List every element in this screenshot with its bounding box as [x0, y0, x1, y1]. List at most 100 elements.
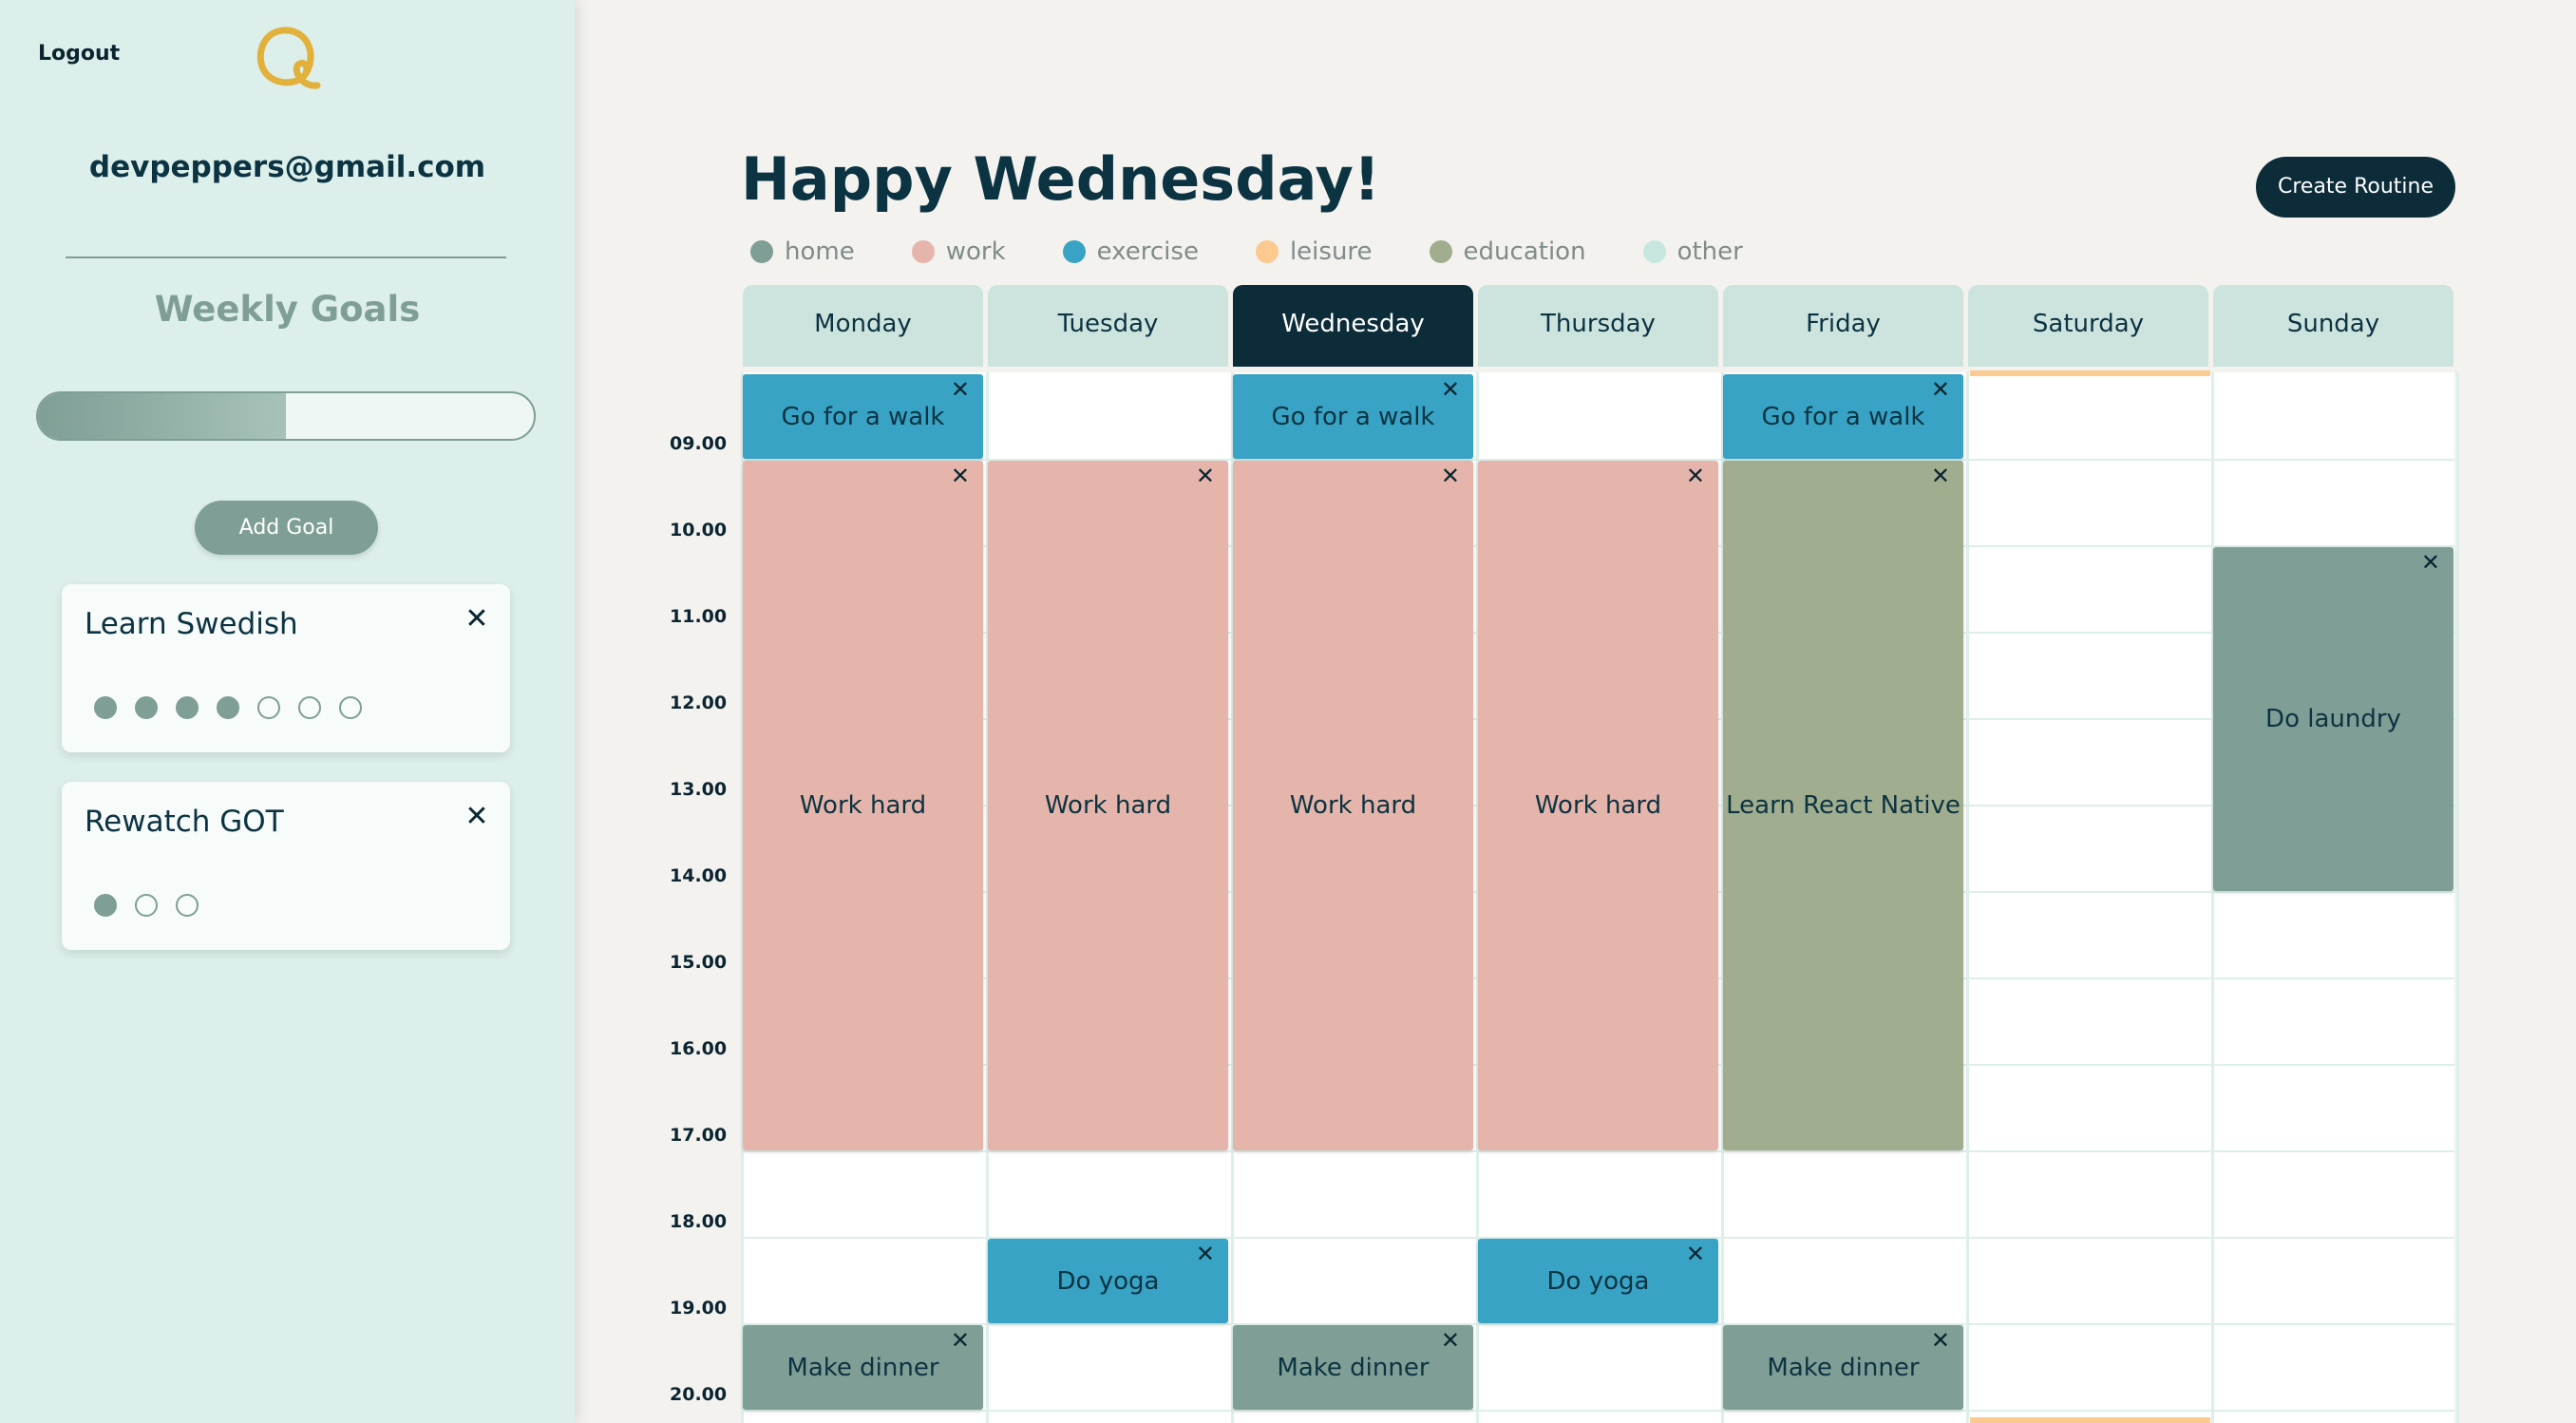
grid-hour-line [743, 1410, 2454, 1412]
time-label: 19.00 [670, 1298, 728, 1319]
day-header-saturday[interactable]: Saturday [1968, 285, 2208, 367]
close-icon[interactable]: ✕ [1686, 1243, 1705, 1265]
legend-item-leisure: leisure [1255, 237, 1373, 266]
goal-dot-complete[interactable] [94, 894, 117, 917]
grid-day-line [2211, 372, 2214, 1423]
add-goal-button[interactable]: Add Goal [195, 501, 378, 555]
event-title: Learn React Native [1726, 791, 1960, 820]
event-exercise[interactable]: Do yoga ✕ [1478, 1239, 1718, 1323]
event-exercise[interactable]: Go for a walk ✕ [743, 374, 983, 459]
event-education[interactable]: Learn React Native ✕ [1723, 461, 1963, 1150]
sidebar: Logout devpeppers@gmail.com Weekly Goals… [0, 0, 575, 1423]
time-label: 16.00 [670, 1038, 728, 1059]
event-title: Go for a walk [781, 402, 945, 431]
day-header-friday[interactable]: Friday [1723, 285, 1963, 367]
event-title: Make dinner [1277, 1353, 1430, 1382]
day-header-monday[interactable]: Monday [743, 285, 983, 367]
legend-dot [750, 240, 773, 263]
close-icon[interactable]: ✕ [951, 378, 970, 401]
event-edge-leisure[interactable] [1970, 1417, 2210, 1423]
event-exercise[interactable]: Go for a walk ✕ [1723, 374, 1963, 459]
event-title: Make dinner [786, 1353, 939, 1382]
event-home[interactable]: Make dinner ✕ [743, 1325, 983, 1410]
category-legend: home work exercise leisure education other [750, 237, 1800, 266]
goal-name: Learn Swedish [85, 607, 298, 641]
app-logo [256, 27, 321, 89]
progress-fill [38, 393, 286, 439]
time-label: 11.00 [670, 606, 728, 627]
goal-dot-incomplete[interactable] [257, 696, 280, 719]
goal-dot-complete[interactable] [176, 696, 199, 719]
event-title: Work hard [1044, 791, 1172, 820]
goal-dot-incomplete[interactable] [135, 894, 158, 917]
user-email: devpeppers@gmail.com [88, 150, 486, 184]
close-icon[interactable]: ✕ [1931, 1329, 1950, 1352]
goal-dot-complete[interactable] [135, 696, 158, 719]
page-title: Happy Wednesday! [741, 144, 1381, 214]
event-home[interactable]: Do laundry ✕ [2213, 547, 2453, 891]
legend-dot [1429, 240, 1452, 263]
create-routine-button[interactable]: Create Routine [2256, 157, 2455, 218]
close-icon[interactable]: ✕ [1441, 1329, 1460, 1352]
day-header-sunday[interactable]: Sunday [2213, 285, 2453, 367]
close-icon[interactable]: ✕ [1931, 378, 1950, 401]
legend-item-education: education [1429, 237, 1586, 266]
goal-dot-incomplete[interactable] [298, 696, 321, 719]
close-icon[interactable]: ✕ [2421, 551, 2440, 574]
event-title: Work hard [799, 791, 927, 820]
event-work[interactable]: Work hard ✕ [1233, 461, 1473, 1150]
event-home[interactable]: Make dinner ✕ [1723, 1325, 1963, 1410]
weekly-progress-bar [36, 391, 536, 441]
event-exercise[interactable]: Go for a walk ✕ [1233, 374, 1473, 459]
legend-dot [1255, 240, 1279, 263]
close-icon[interactable]: ✕ [463, 605, 491, 634]
close-icon[interactable]: ✕ [951, 1329, 970, 1352]
close-icon[interactable]: ✕ [1196, 465, 1215, 487]
event-home[interactable]: Make dinner ✕ [1233, 1325, 1473, 1410]
goal-progress-dots [94, 696, 362, 719]
grid-day-line [2456, 372, 2459, 1423]
divider [66, 256, 506, 258]
legend-dot [911, 240, 935, 263]
time-label: 09.00 [670, 433, 728, 454]
legend-label: other [1676, 237, 1743, 266]
goal-name: Rewatch GOT [85, 805, 284, 839]
time-label: 10.00 [670, 520, 728, 541]
event-title: Do laundry [2265, 705, 2401, 733]
event-work[interactable]: Work hard ✕ [988, 461, 1228, 1150]
close-icon[interactable]: ✕ [951, 465, 970, 487]
goal-progress-dots [94, 894, 199, 917]
event-edge-leisure[interactable] [1970, 370, 2210, 376]
event-title: Make dinner [1767, 1353, 1920, 1382]
event-work[interactable]: Work hard ✕ [1478, 461, 1718, 1150]
goal-card: Rewatch GOT ✕ [62, 782, 510, 950]
close-icon[interactable]: ✕ [1931, 465, 1950, 487]
day-header-wednesday[interactable]: Wednesday [1233, 285, 1473, 367]
event-title: Go for a walk [1761, 402, 1925, 431]
legend-item-work: work [911, 237, 1006, 266]
logout-button[interactable]: Logout [38, 42, 120, 66]
time-label: 12.00 [670, 693, 728, 713]
time-label: 20.00 [670, 1384, 728, 1405]
goal-dot-complete[interactable] [217, 696, 239, 719]
day-header-tuesday[interactable]: Tuesday [988, 285, 1228, 367]
legend-label: leisure [1289, 237, 1373, 266]
goal-dot-complete[interactable] [94, 696, 117, 719]
event-title: Do yoga [1546, 1266, 1650, 1296]
time-label: 15.00 [670, 952, 728, 973]
event-title: Work hard [1534, 791, 1662, 820]
close-icon[interactable]: ✕ [1196, 1243, 1215, 1265]
day-header-thursday[interactable]: Thursday [1478, 285, 1718, 367]
legend-item-home: home [750, 237, 855, 266]
event-work[interactable]: Work hard ✕ [743, 461, 983, 1150]
time-label: 18.00 [670, 1211, 728, 1232]
goal-dot-incomplete[interactable] [339, 696, 362, 719]
close-icon[interactable]: ✕ [1441, 378, 1460, 401]
close-icon[interactable]: ✕ [1441, 465, 1460, 487]
legend-item-other: other [1642, 237, 1743, 266]
close-icon[interactable]: ✕ [1686, 465, 1705, 487]
event-exercise[interactable]: Do yoga ✕ [988, 1239, 1228, 1323]
close-icon[interactable]: ✕ [463, 803, 491, 831]
legend-dot [1062, 240, 1086, 263]
goal-dot-incomplete[interactable] [176, 894, 199, 917]
